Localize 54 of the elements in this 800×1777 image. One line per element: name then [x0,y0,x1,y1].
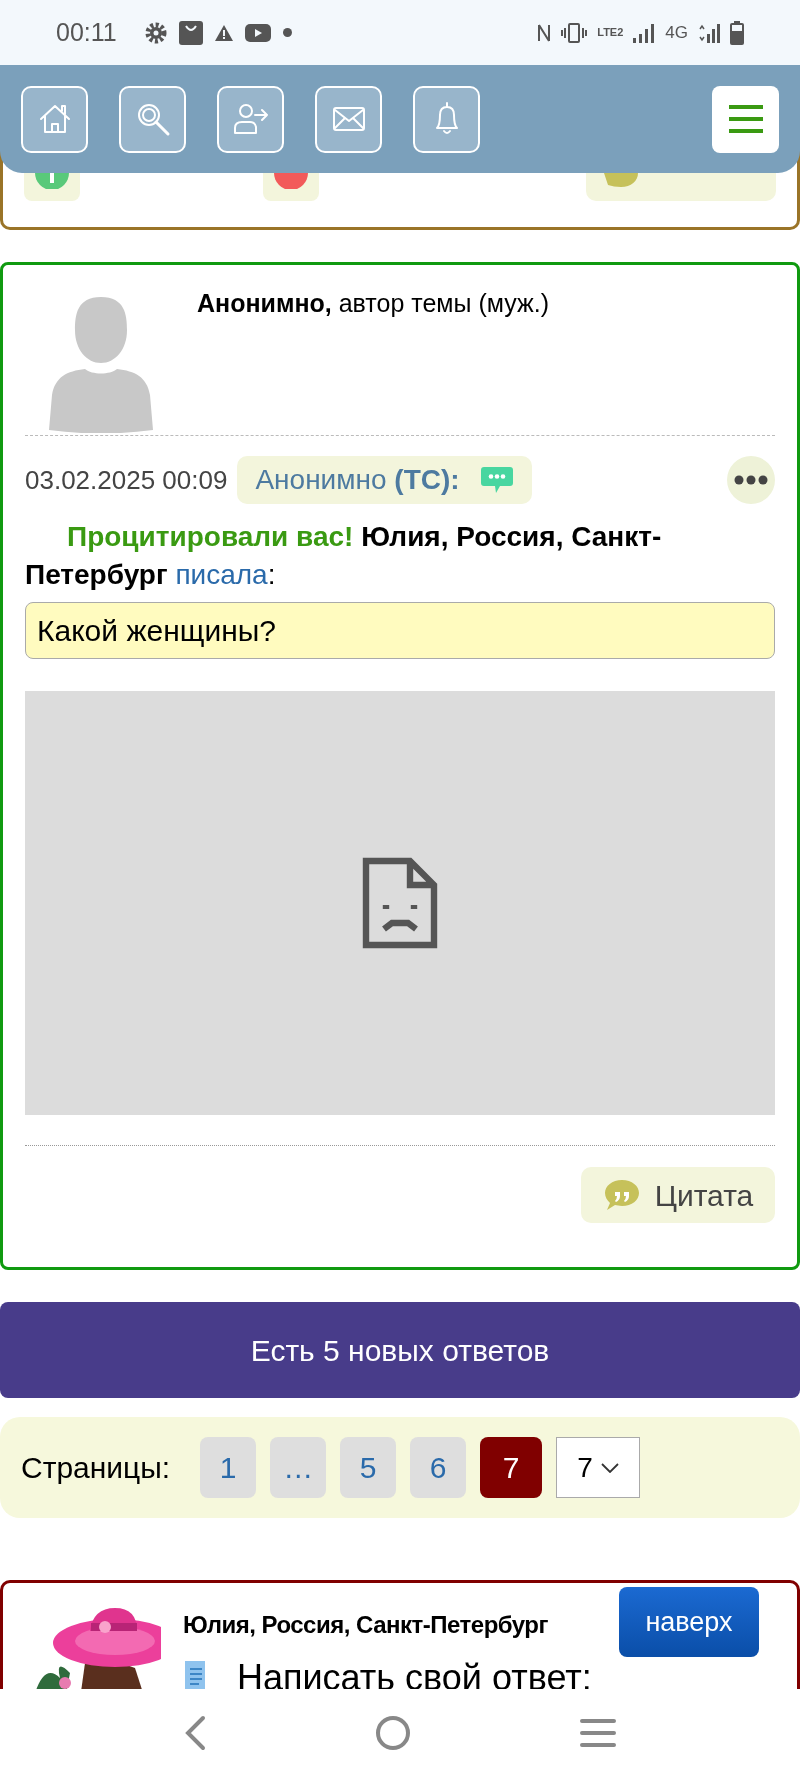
page-button[interactable]: 6 [410,1437,467,1498]
quote-button[interactable] [586,173,776,201]
warning-icon [214,24,233,41]
reply-author: Юлия, Россия, Санкт-Петербург [183,1610,549,1640]
vibrate-icon [561,22,588,43]
more-button[interactable] [727,456,775,504]
nfc-icon [537,22,552,43]
home-icon [37,102,72,136]
back-icon[interactable] [184,1715,207,1751]
pages-label: Страницы: [21,1450,171,1486]
quote-header: Процитировали вас! Юлия, Россия, Санкт-Петербург писала: [25,520,663,592]
network-label: 4G [665,21,688,44]
mail-icon [331,106,366,132]
gear-icon [144,21,167,44]
avatar-icon [47,295,155,433]
chevron-down-icon [601,1462,620,1473]
page-button[interactable]: 7 [480,1437,543,1498]
quote-button[interactable]: Цитата [581,1167,775,1223]
bag-icon [178,20,203,45]
toolbar-button[interactable] [217,85,284,153]
new-replies-banner[interactable]: Есть 5 новых ответов [0,1302,800,1398]
home-icon[interactable] [375,1715,411,1751]
more-icon [734,475,768,485]
video-icon [244,23,271,42]
page-button[interactable]: 1 [200,1437,257,1498]
back-to-top-button[interactable]: наверх [619,1587,759,1657]
author-line: Анонимно, автор темы (муж.) [197,288,549,319]
logout-icon [232,103,269,135]
signal-icon [698,22,720,43]
reply-title: Написать свой ответ: [237,1656,592,1700]
quoted-text: Какой женщины? [25,602,775,659]
page-button[interactable]: 5 [340,1437,397,1498]
post-date: 03.02.2025 00:09 [25,463,228,497]
recipient-name: Анонимно (ТС): [255,463,460,497]
menu-icon [728,105,763,133]
volte-label: LTE2 [597,27,624,38]
signal-icon [633,22,656,43]
dot-icon [282,28,292,37]
menu-button[interactable] [712,85,779,153]
menu-icon[interactable] [579,1718,616,1748]
chat-icon [479,465,514,495]
battery-icon [730,20,744,45]
downvote-button[interactable] [263,173,319,201]
upvote-button[interactable] [24,173,80,201]
broken-image-icon [362,857,438,949]
toolbar-button[interactable] [413,85,480,153]
toolbar-button[interactable] [315,85,382,153]
toolbar-button[interactable] [119,85,186,153]
clock: 00:11 [56,16,117,48]
toolbar-button[interactable] [21,85,88,153]
quote-link[interactable]: писала [175,559,268,590]
recipient-tag[interactable]: Анонимно (ТС): [237,456,532,504]
page-button[interactable]: … [270,1437,327,1498]
page-select[interactable]: 7 [556,1437,641,1498]
